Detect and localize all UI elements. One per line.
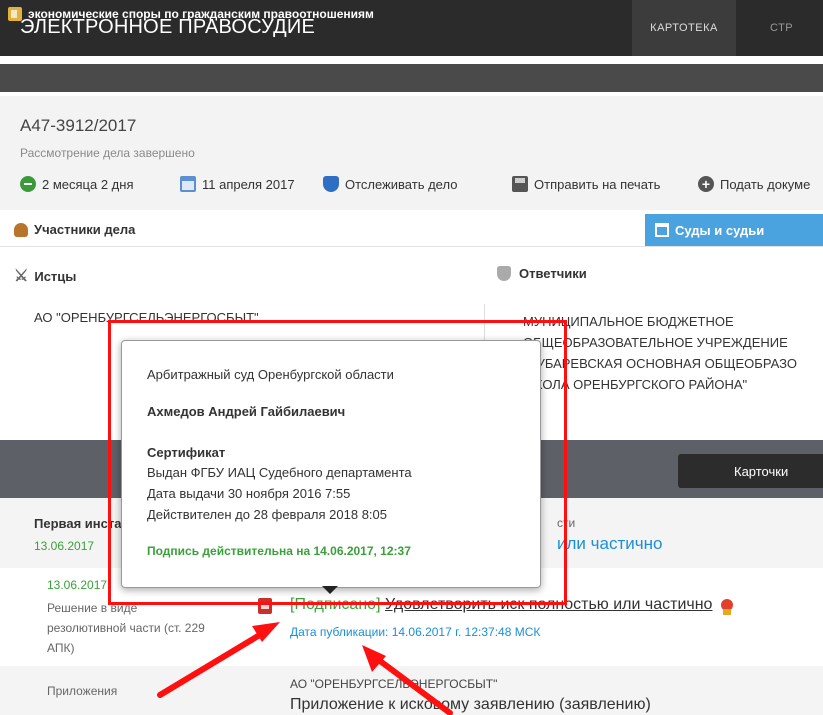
annotation-arrow-right	[369, 652, 453, 715]
annotation-arrows	[157, 622, 453, 715]
annotation-arrow-left	[157, 627, 271, 698]
annotation-arrowhead-right	[362, 645, 386, 672]
